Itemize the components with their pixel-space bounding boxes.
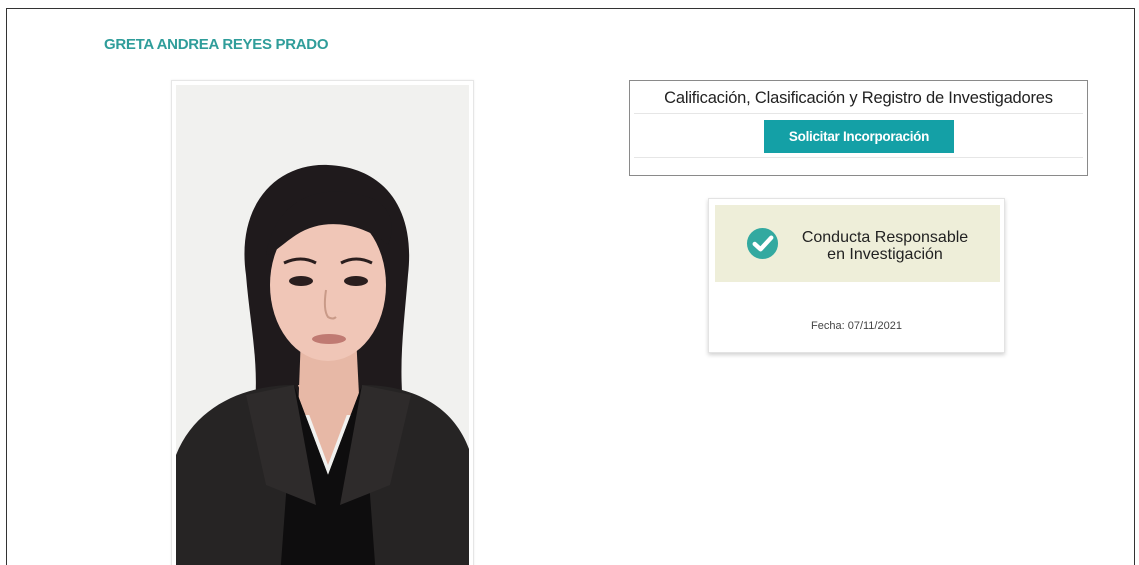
badge-label-line2: en Investigación [827, 246, 943, 263]
profile-photo-card [171, 80, 474, 565]
researcher-registry-panel: Calificación, Clasificación y Registro d… [629, 80, 1088, 176]
responsible-conduct-badge[interactable]: Conducta Responsable en Investigación Fe… [708, 198, 1005, 353]
badge-date: Fecha: 07/11/2021 [811, 320, 902, 332]
profile-photo [176, 85, 469, 565]
registry-title: Calificación, Clasificación y Registro d… [664, 89, 1053, 107]
divider [634, 113, 1083, 114]
researcher-name: GRETA ANDREA REYES PRADO [104, 36, 329, 53]
portrait-illustration [176, 85, 469, 565]
badge-banner: Conducta Responsable en Investigación [715, 205, 1000, 282]
check-circle-icon [746, 227, 779, 260]
badge-label: Conducta Responsable en Investigación [785, 229, 985, 263]
request-incorporation-button[interactable]: Solicitar Incorporación [764, 120, 954, 153]
divider [634, 157, 1083, 158]
badge-label-line1: Conducta Responsable [801, 229, 969, 246]
